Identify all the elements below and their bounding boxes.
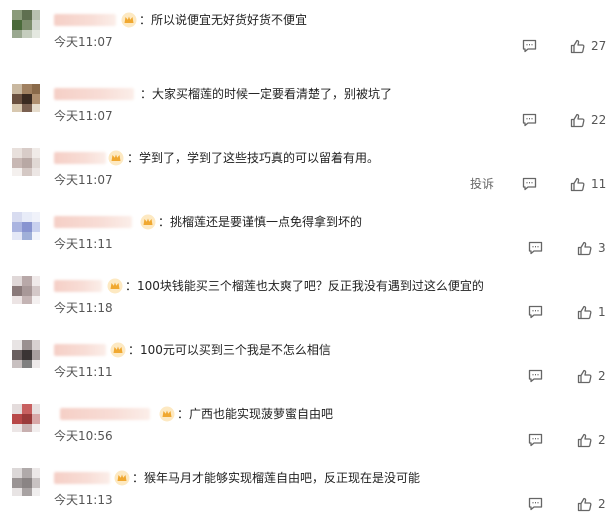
comment-icon bbox=[528, 305, 543, 319]
comment-item: ：100块钱能买三个榴莲也太爽了吧？反正我没有遇到过这么便宜的 今天11:18 … bbox=[0, 276, 611, 338]
avatar[interactable] bbox=[12, 276, 40, 304]
username-blurred[interactable] bbox=[54, 152, 106, 164]
comment-text: ：大家买榴莲的时候一定要看清楚了，别被坑了 bbox=[140, 87, 393, 101]
like-button[interactable]: 3 bbox=[577, 240, 606, 256]
reply-button[interactable] bbox=[528, 496, 543, 512]
reply-button[interactable] bbox=[522, 38, 537, 54]
comment-time: 今天10:56 bbox=[54, 429, 113, 443]
reply-button[interactable] bbox=[528, 432, 543, 448]
crown-icon bbox=[140, 214, 156, 230]
crown-icon bbox=[110, 342, 126, 358]
like-button[interactable]: 22 bbox=[570, 112, 606, 128]
comment-time: 今天11:07 bbox=[54, 35, 113, 49]
comment-item: ：挑榴莲还是要谨慎一点免得拿到坏的 今天11:11 3 bbox=[0, 212, 611, 274]
thumbs-up-icon bbox=[577, 369, 592, 383]
like-button[interactable]: 2 bbox=[577, 368, 606, 384]
reply-button[interactable] bbox=[522, 176, 537, 192]
comment-icon bbox=[522, 177, 537, 191]
reply-button[interactable] bbox=[528, 304, 543, 320]
like-count: 11 bbox=[591, 177, 607, 191]
comment-time: 今天11:13 bbox=[54, 493, 113, 507]
like-count: 3 bbox=[598, 241, 606, 255]
comment-item: ：学到了，学到了这些技巧真的可以留着有用。 今天11:07 投诉 11 bbox=[0, 148, 611, 210]
avatar[interactable] bbox=[12, 10, 40, 38]
comment-icon bbox=[522, 113, 537, 127]
username-blurred[interactable] bbox=[54, 472, 110, 484]
avatar[interactable] bbox=[12, 340, 40, 368]
username-blurred[interactable] bbox=[54, 88, 134, 100]
comment-icon bbox=[528, 241, 543, 255]
crown-icon bbox=[159, 406, 175, 422]
avatar[interactable] bbox=[12, 148, 40, 176]
username-blurred[interactable] bbox=[54, 280, 102, 292]
thumbs-up-icon bbox=[577, 433, 592, 447]
username-blurred[interactable] bbox=[54, 14, 116, 26]
comment-text: ：100元可以买到三个我是不怎么相信 bbox=[128, 343, 331, 357]
like-button[interactable]: 2 bbox=[577, 496, 606, 512]
comment-time: 今天11:11 bbox=[54, 365, 113, 379]
comment-time: 今天11:07 bbox=[54, 173, 113, 187]
thumbs-up-icon bbox=[570, 177, 585, 191]
like-count: 2 bbox=[598, 433, 606, 447]
crown-icon bbox=[121, 12, 137, 28]
reply-button[interactable] bbox=[528, 240, 543, 256]
comment-icon bbox=[528, 369, 543, 383]
comment-time: 今天11:07 bbox=[54, 109, 113, 123]
like-button[interactable]: 2 bbox=[577, 432, 606, 448]
like-count: 22 bbox=[591, 113, 607, 127]
comment-text: ：所以说便宜无好货好货不便宜 bbox=[139, 13, 308, 27]
crown-icon bbox=[108, 150, 124, 166]
thumbs-up-icon bbox=[577, 241, 592, 255]
like-count: 2 bbox=[598, 497, 606, 511]
comment-time: 今天11:18 bbox=[54, 301, 113, 315]
thumbs-up-icon bbox=[577, 305, 592, 319]
comment-icon bbox=[528, 433, 543, 447]
comment-icon bbox=[522, 39, 537, 53]
comment-text: ：100块钱能买三个榴莲也太爽了吧？反正我没有遇到过这么便宜的 bbox=[125, 279, 484, 293]
comment-text: ：挑榴莲还是要谨慎一点免得拿到坏的 bbox=[158, 215, 363, 229]
like-button[interactable]: 11 bbox=[570, 176, 606, 192]
comment-text: ：学到了，学到了这些技巧真的可以留着有用。 bbox=[127, 151, 380, 165]
avatar[interactable] bbox=[12, 212, 40, 240]
thumbs-up-icon bbox=[577, 497, 592, 511]
like-button[interactable]: 1 bbox=[577, 304, 606, 320]
thumbs-up-icon bbox=[570, 113, 585, 127]
like-count: 1 bbox=[598, 305, 606, 319]
like-count: 27 bbox=[591, 39, 607, 53]
crown-icon bbox=[107, 278, 123, 294]
like-button[interactable]: 27 bbox=[570, 38, 606, 54]
username-blurred[interactable] bbox=[54, 216, 132, 228]
comment-item: ：100元可以买到三个我是不怎么相信 今天11:11 2 bbox=[0, 340, 611, 402]
comment-item: ：所以说便宜无好货好货不便宜 今天11:07 27 bbox=[0, 10, 611, 72]
avatar[interactable] bbox=[12, 84, 40, 112]
report-button[interactable]: 投诉 bbox=[470, 176, 494, 192]
username-blurred[interactable] bbox=[60, 408, 150, 420]
comment-time: 今天11:11 bbox=[54, 237, 113, 251]
comment-icon bbox=[528, 497, 543, 511]
avatar[interactable] bbox=[12, 404, 40, 432]
reply-button[interactable] bbox=[522, 112, 537, 128]
comment-item: ：广西也能实现菠萝蜜自由吧 今天10:56 2 bbox=[0, 404, 611, 466]
like-count: 2 bbox=[598, 369, 606, 383]
thumbs-up-icon bbox=[570, 39, 585, 53]
avatar[interactable] bbox=[12, 468, 40, 496]
comment-item: ：猴年马月才能够实现榴莲自由吧，反正现在是没可能 今天11:13 2 bbox=[0, 468, 611, 530]
username-blurred[interactable] bbox=[54, 344, 106, 356]
comment-item: ：大家买榴莲的时候一定要看清楚了，别被坑了 今天11:07 22 bbox=[0, 84, 611, 146]
comment-text: ：广西也能实现菠萝蜜自由吧 bbox=[177, 407, 334, 421]
reply-button[interactable] bbox=[528, 368, 543, 384]
crown-icon bbox=[114, 470, 130, 486]
comment-text: ：猴年马月才能够实现榴莲自由吧，反正现在是没可能 bbox=[132, 471, 421, 485]
